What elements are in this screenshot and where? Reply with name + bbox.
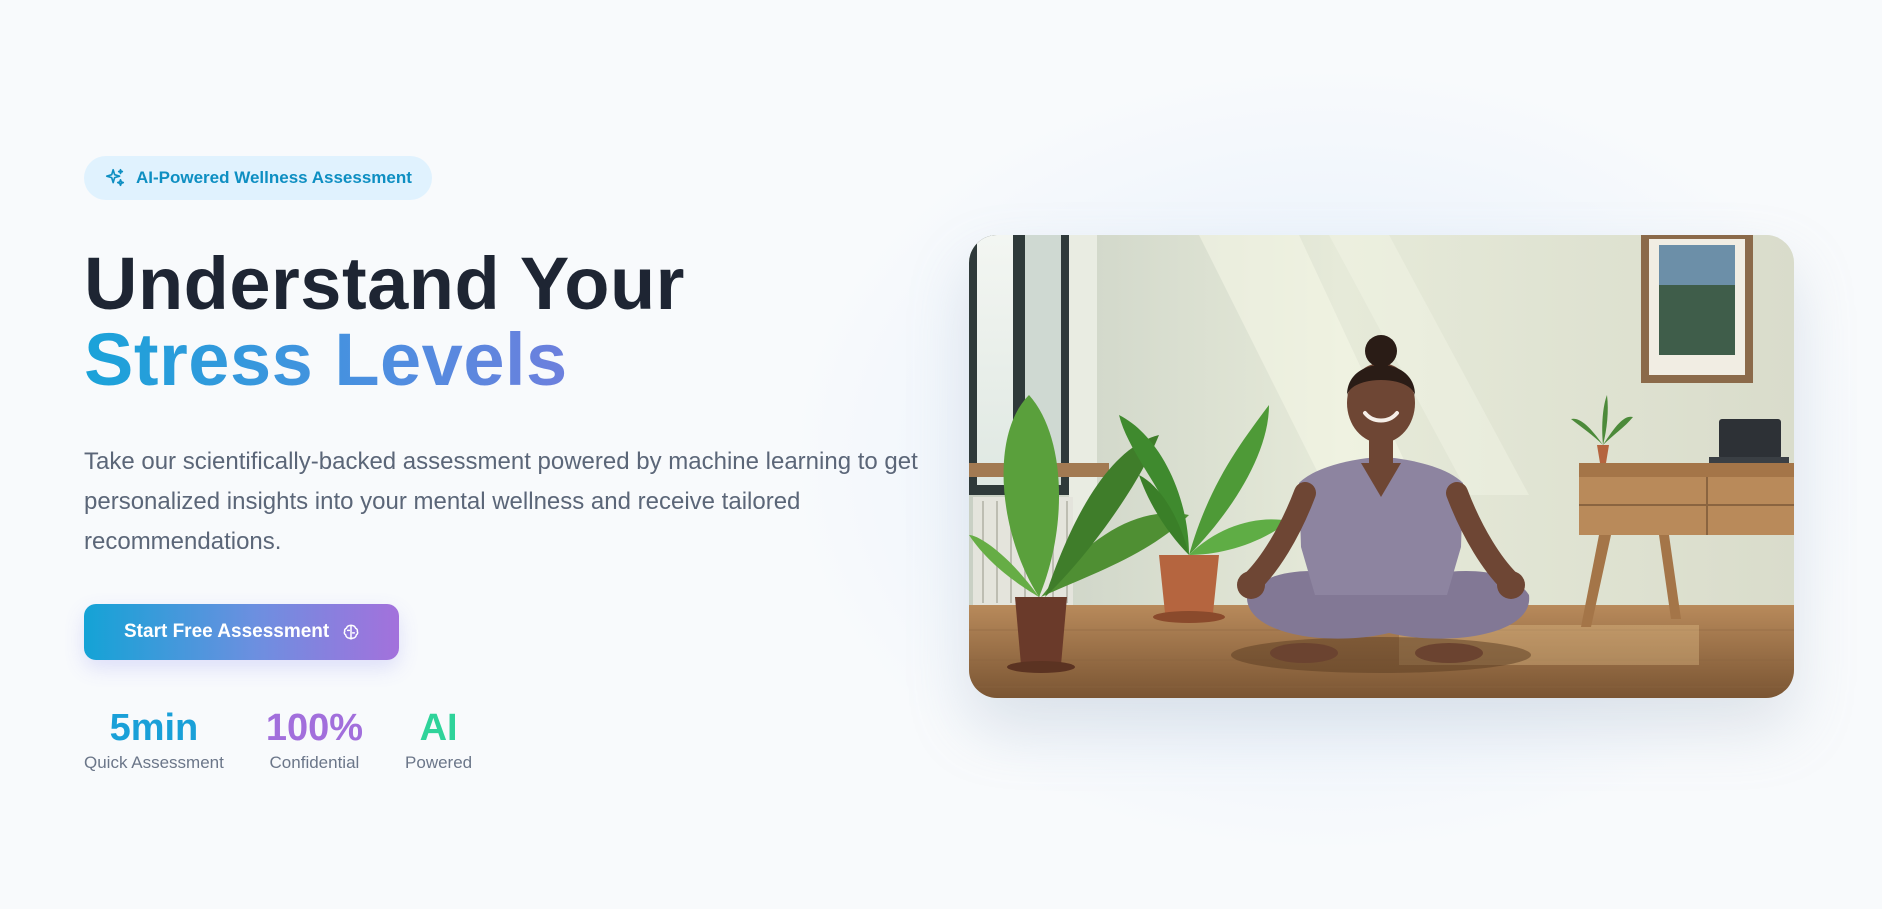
stat-label: Quick Assessment <box>84 753 224 772</box>
page-title: Understand Your Stress Levels <box>84 246 924 398</box>
hero-image <box>969 235 1794 698</box>
sparkles-icon <box>104 167 126 189</box>
stat-value: 100% <box>265 707 364 749</box>
hero-content: AI-Powered Wellness Assessment Understan… <box>84 156 924 660</box>
hero-description: Take our scientifically-backed assessmen… <box>84 448 918 555</box>
badge-label: AI-Powered Wellness Assessment <box>136 168 412 187</box>
stats-row: 5min Quick Assessment 100% Confidential … <box>84 706 472 774</box>
ai-badge: AI-Powered Wellness Assessment <box>84 156 432 200</box>
stat-label: Confidential <box>269 753 360 772</box>
start-assessment-button[interactable]: Start Free Assessment <box>84 604 400 660</box>
stat-label: Powered <box>405 753 473 772</box>
stat-confidential: 100% Confidential <box>266 706 363 774</box>
stat-ai: AI Powered <box>405 706 472 774</box>
cta-label: Start Free Assessment <box>124 621 330 642</box>
brain-icon <box>341 622 361 642</box>
stat-value: 5min <box>109 707 199 749</box>
stat-duration: 5min Quick Assessment <box>84 706 224 774</box>
hero-page: AI-Powered Wellness Assessment Understan… <box>0 0 1882 909</box>
title-line-2: Stress Levels <box>84 318 568 401</box>
title-line-1: Understand Your <box>84 242 685 325</box>
stat-value: AI <box>419 707 458 749</box>
